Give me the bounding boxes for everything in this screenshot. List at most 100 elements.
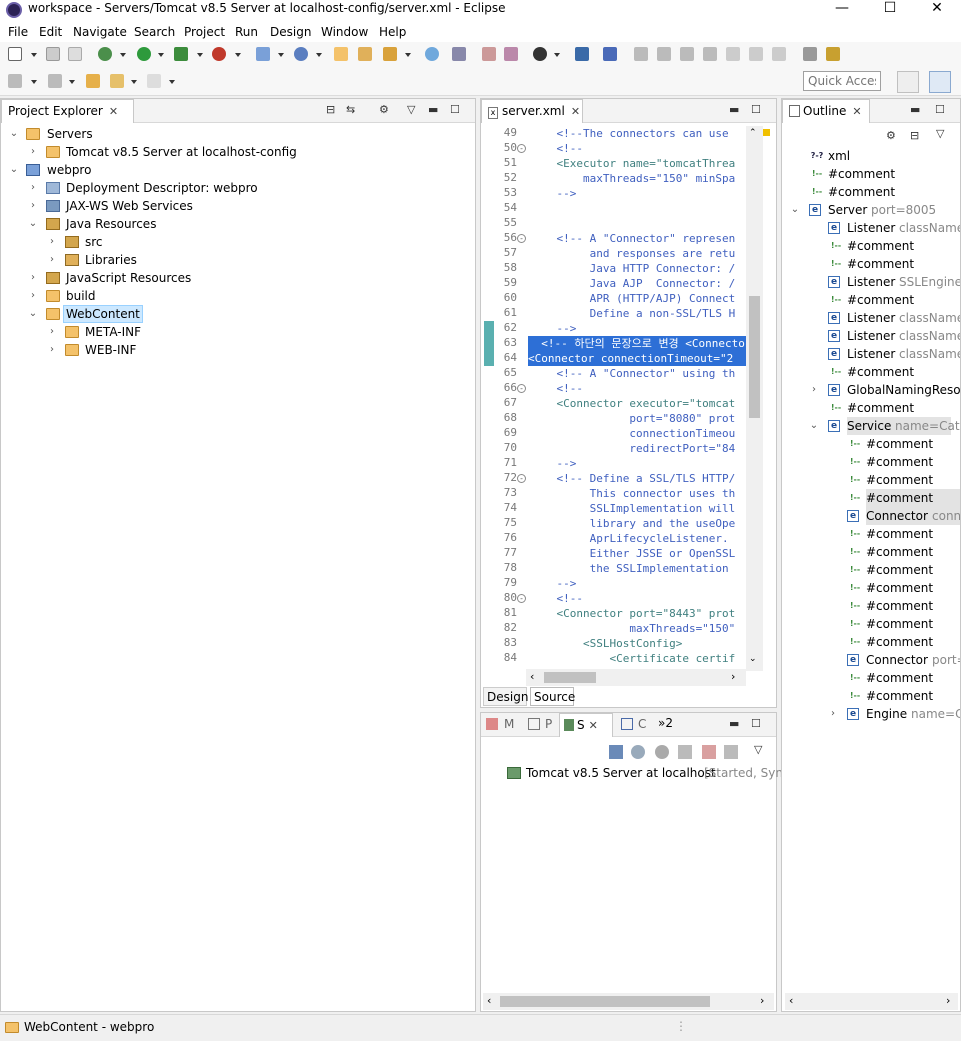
outline-item[interactable]: e ListenerclassName= [809, 327, 960, 345]
minimize-view-icon[interactable]: ▬ [729, 103, 739, 116]
code-line[interactable]: SSLImplementation will [530, 501, 736, 516]
scroll-thumb[interactable] [544, 672, 596, 683]
forward-icon[interactable] [147, 74, 161, 88]
debug-server-icon[interactable] [631, 745, 645, 759]
filters-icon[interactable]: ⚙ [379, 103, 389, 116]
menu-edit[interactable]: Edit [39, 25, 62, 39]
code-line[interactable]: <Connector executor="tomcat [530, 396, 735, 411]
maximize-view-icon[interactable]: ☐ [751, 103, 761, 116]
tab-project-explorer[interactable]: Project Explorer ✕ [1, 99, 134, 123]
console-icon[interactable] [575, 47, 589, 61]
outline-item[interactable]: !-- #comment [828, 525, 960, 543]
source-editor[interactable]: 49 <!--The connectors can use 50- <!-- 51 … [481, 126, 746, 671]
outline-item[interactable]: e ListenerclassName= [809, 345, 960, 363]
chevron-down-icon[interactable]: ⌄ [9, 125, 19, 143]
outline-item[interactable]: e ListenerSSLEngine= [809, 273, 960, 291]
more-views-button[interactable]: »2 [658, 716, 673, 730]
fold-toggle-icon[interactable]: - [517, 474, 526, 483]
fold-toggle-icon[interactable]: - [517, 594, 526, 603]
new-icon[interactable] [8, 47, 22, 61]
code-line[interactable]: This connector uses th [530, 486, 736, 501]
new-web-project-icon[interactable] [256, 47, 270, 61]
code-line[interactable]: <Certificate certif [530, 651, 735, 666]
fold-toggle-icon[interactable]: - [517, 384, 526, 393]
chevron-right-icon[interactable]: › [809, 381, 819, 399]
close-window-button[interactable]: ✕ [914, 0, 960, 22]
close-icon[interactable]: ✕ [852, 105, 861, 118]
maximize-view-icon[interactable]: ☐ [450, 103, 460, 116]
menu-run[interactable]: Run [235, 25, 258, 39]
minimize-view-icon[interactable]: ▬ [729, 717, 739, 730]
external-tools-dropdown-icon[interactable] [235, 53, 241, 57]
profile-icon[interactable] [533, 47, 547, 61]
open-type-icon[interactable] [334, 47, 348, 61]
suspend-icon[interactable] [657, 47, 671, 61]
new-dropdown-icon[interactable] [31, 53, 37, 57]
code-line[interactable]: <!-- [530, 141, 583, 156]
new-web-dropdown-icon[interactable] [278, 53, 284, 57]
code-line[interactable]: the SSLImplementation [530, 561, 729, 576]
code-line[interactable]: <!-- A "Connector" using th [530, 366, 735, 381]
code-line[interactable]: --> [530, 576, 576, 591]
code-line[interactable]: <!-- Define a SSL/TLS HTTP/ [530, 471, 735, 486]
step-into-icon[interactable] [726, 47, 740, 61]
code-line[interactable]: <!-- A "Connector" represen [530, 231, 735, 246]
link-with-editor-icon[interactable]: ⇆ [346, 103, 355, 116]
properties-icon[interactable] [528, 718, 540, 730]
code-line[interactable]: <!--The connectors can use [530, 126, 728, 141]
collapse-all-icon[interactable]: ⊟ [326, 103, 335, 116]
stop-server-icon[interactable] [702, 745, 716, 759]
outline-item[interactable]: !-- #comment [828, 669, 960, 687]
editor-horizontal-scrollbar[interactable]: ‹ › [526, 669, 746, 686]
tab-servers[interactable]: S ✕ [559, 713, 613, 737]
outline-item[interactable]: !-- #comment [828, 579, 960, 597]
tab-outline[interactable]: Outline ✕ [782, 99, 870, 123]
code-line[interactable]: Java AJP Connector: / [530, 276, 736, 291]
outline-item[interactable]: !-- #comment [828, 435, 960, 453]
debug-icon[interactable] [98, 47, 112, 61]
code-line[interactable]: maxThreads="150" minSpa [530, 171, 735, 186]
outline-item[interactable]: !-- #comment [809, 291, 960, 309]
menu-search[interactable]: Search [134, 25, 175, 39]
code-line[interactable]: <!-- 하단의 문장으로 변경 <Connector [528, 336, 746, 351]
open-folder-icon[interactable] [358, 47, 372, 61]
markers-icon[interactable] [486, 718, 498, 730]
menu-navigate[interactable]: Navigate [73, 25, 127, 39]
quick-access-input[interactable] [803, 71, 881, 91]
scroll-right-icon[interactable]: › [760, 994, 764, 1007]
run-dropdown-icon[interactable] [158, 53, 164, 57]
search-tool-icon[interactable] [383, 47, 397, 61]
next-annotation-icon[interactable] [8, 74, 22, 88]
code-line[interactable]: <!-- [530, 381, 583, 396]
toggle-breadcrumb-icon[interactable] [826, 47, 840, 61]
code-line[interactable]: <Connector port="8443" prot [530, 606, 735, 621]
outline-item[interactable]: !-- #comment [828, 687, 960, 705]
step-return-icon[interactable] [772, 47, 786, 61]
chevron-right-icon[interactable]: › [828, 705, 838, 723]
run-server-icon[interactable] [174, 47, 188, 61]
code-line[interactable]: <!-- [530, 591, 583, 606]
scroll-up-icon[interactable]: ⌃ [749, 128, 757, 138]
outline-item[interactable]: › e Enginename=Ca [828, 705, 960, 723]
chevron-down-icon[interactable]: ⌄ [28, 215, 38, 233]
use-step-filters-icon[interactable] [803, 47, 817, 61]
forward-dropdown-icon[interactable] [169, 80, 175, 84]
outline-item[interactable]: › e GlobalNamingResou [809, 381, 960, 399]
code-line[interactable]: redirectPort="84 [530, 441, 735, 456]
scroll-thumb[interactable] [749, 296, 760, 418]
new-class-icon[interactable] [294, 47, 308, 61]
scroll-right-icon[interactable]: › [731, 670, 735, 683]
outline-item[interactable]: eConnectorconne [828, 507, 960, 525]
outline-item[interactable]: !-- #comment [790, 183, 960, 201]
back-icon[interactable] [110, 74, 124, 88]
outline-item[interactable]: !-- #comment [828, 543, 960, 561]
chevron-down-icon[interactable]: ⌄ [9, 161, 19, 179]
menu-help[interactable]: Help [379, 25, 406, 39]
outline-item[interactable]: e Connector port= [828, 651, 960, 669]
view-menu-icon[interactable]: ▽ [754, 743, 762, 756]
outline-item[interactable]: e ListenerclassName= [809, 309, 960, 327]
chevron-right-icon[interactable]: › [47, 233, 57, 251]
maximize-button[interactable]: ☐ [867, 0, 913, 22]
outline-item[interactable]: !-- #comment [828, 453, 960, 471]
chevron-right-icon[interactable]: › [28, 179, 38, 197]
